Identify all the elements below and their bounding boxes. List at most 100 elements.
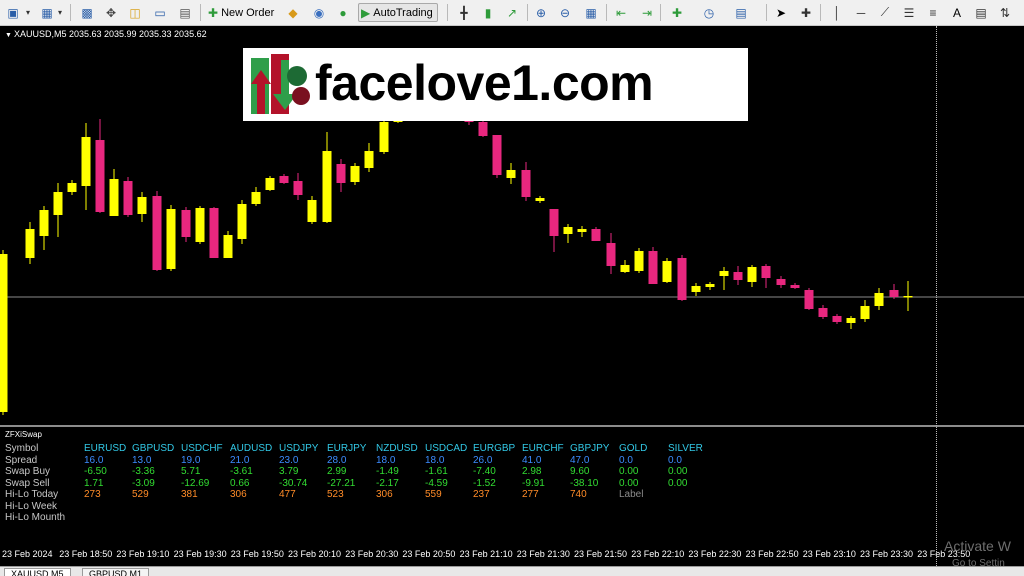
candle-body <box>903 296 913 298</box>
bar-chart-icon[interactable]: ╋ <box>455 3 473 22</box>
table-cell: SILVER <box>668 443 703 454</box>
time-tick-label: 23 Feb 20:10 <box>288 549 342 559</box>
table-cell: -6.50 <box>84 466 107 477</box>
price-chart[interactable]: ▼ XAUUSD,M5 2035.63 2035.99 2035.33 2035.… <box>0 26 1024 425</box>
indicator-subwindow[interactable]: ZFXiSwap Symbol Spread Swap Buy Swap Sell Hi… <box>0 425 1024 546</box>
table-cell: 2.98 <box>522 466 542 477</box>
zoom-window-icon[interactable]: ▩ <box>78 3 96 22</box>
crosshair-move-icon[interactable]: ✥ <box>102 3 120 22</box>
tab-gbpusd[interactable]: GBPUSD,M1 <box>82 568 150 576</box>
candlestick <box>776 276 786 288</box>
chevron-down-icon[interactable]: ▾ <box>22 3 34 22</box>
periods-icon[interactable]: ◷ <box>700 3 718 22</box>
time-tick-label: 23 Feb 21:30 <box>516 549 570 559</box>
tab-xauusd[interactable]: XAUUSD,M5 <box>4 568 71 576</box>
line-chart-icon[interactable]: ↗ <box>503 3 521 22</box>
zoom-out-icon[interactable]: ⊖ <box>556 3 574 22</box>
gold-bars-icon[interactable]: ◆ <box>284 3 302 22</box>
indicators-icon[interactable]: ✚ <box>668 3 686 22</box>
market-watch-icon[interactable]: ◉ <box>310 3 328 22</box>
candle-body <box>733 272 743 280</box>
table-cell: -3.36 <box>132 466 155 477</box>
autotrading-label: AutoTrading <box>373 6 433 19</box>
templates-icon[interactable]: ▤ <box>732 3 750 22</box>
arrows-icon[interactable]: ⇅ <box>996 3 1014 22</box>
table-cell: Label <box>619 489 644 500</box>
table-cell: 529 <box>132 489 149 500</box>
candlestick <box>181 207 191 242</box>
candle-body <box>223 235 233 258</box>
label-icon[interactable]: ▤ <box>972 3 990 22</box>
candle-body <box>577 229 587 232</box>
fibonacci-icon[interactable]: ≡ <box>924 3 942 22</box>
autoscroll-icon[interactable]: ⇥ <box>638 3 656 22</box>
candle-body <box>209 208 219 258</box>
candle-body <box>761 266 771 278</box>
channel-icon[interactable]: ☰ <box>900 3 918 22</box>
navigator-icon[interactable]: ▭ <box>151 3 169 22</box>
vertical-line-icon[interactable]: │ <box>828 3 846 22</box>
table-cell: EURGBP <box>473 443 516 454</box>
candle-body <box>677 258 687 300</box>
table-cell: 0.0 <box>619 454 633 466</box>
candlestick-icon[interactable]: ▮ <box>479 3 497 22</box>
tile-windows-icon[interactable]: ▦ <box>582 3 600 22</box>
table-cell: 16.0 <box>84 454 104 466</box>
candlestick <box>563 224 573 243</box>
table-cell: 41.0 <box>522 454 542 466</box>
candlestick <box>81 123 91 210</box>
row-label: Hi-Lo Week <box>5 500 58 512</box>
table-cell: 18.0 <box>425 454 445 466</box>
candlestick <box>506 163 516 184</box>
time-axis: 23 Feb 2024 23 Feb 18:50 23 Feb 19:10 23 Fe… <box>0 546 1024 566</box>
table-cell: 18.0 <box>376 454 396 466</box>
candle-body <box>889 290 899 297</box>
table-cell: 273 <box>84 489 101 500</box>
candle-body <box>591 229 601 241</box>
candlestick <box>195 206 205 244</box>
candlestick <box>53 183 63 237</box>
candlestick <box>265 176 275 191</box>
candle-body <box>265 178 275 190</box>
website-banner: facelove1.com <box>243 48 748 121</box>
zoom-in-icon[interactable]: ⊕ <box>532 3 550 22</box>
table-cell: -1.49 <box>376 466 399 477</box>
autotrading-button[interactable]: ▶ AutoTrading <box>358 3 438 22</box>
candle-body <box>874 293 884 306</box>
candle-body <box>293 181 303 195</box>
candlestick <box>535 196 545 203</box>
time-tick-label: 23 Feb 23:10 <box>802 549 856 559</box>
new-chart-icon[interactable]: ▣ <box>4 3 22 22</box>
globe-icon[interactable]: ● <box>334 3 352 22</box>
candle-body <box>535 198 545 201</box>
candlestick <box>591 227 601 241</box>
toolbar: ▣ ▾ ▦ ▾ ▩ ✥ ◫ ▭ ▤ ✚ New Order ◆ ◉ ● ▶ Auto… <box>0 0 1024 26</box>
period-separator-line <box>936 26 937 566</box>
candlestick <box>832 314 842 324</box>
candle-body <box>478 122 488 136</box>
time-tick-label: 23 Feb 20:50 <box>402 549 456 559</box>
cursor-icon[interactable]: ➤ <box>772 3 790 22</box>
open-folder-icon[interactable]: ◫ <box>126 3 144 22</box>
candle-body <box>251 192 261 204</box>
candle-body <box>123 181 133 215</box>
candlestick <box>293 173 303 200</box>
candle-body <box>137 197 147 214</box>
horizontal-line-icon[interactable]: ─ <box>852 3 870 22</box>
row-label: Hi-Lo Mounth <box>5 512 66 523</box>
chart-shift-icon[interactable]: ⇤ <box>612 3 630 22</box>
crosshair-icon[interactable]: ✚ <box>797 3 815 22</box>
candle-body <box>53 192 63 215</box>
new-order-button[interactable]: ✚ New Order <box>205 3 279 22</box>
trendline-icon[interactable]: ⟋ <box>876 3 894 22</box>
text-icon[interactable]: A <box>948 3 966 22</box>
data-window-icon[interactable]: ▤ <box>176 3 194 22</box>
candlestick <box>109 169 119 216</box>
table-cell: 28.0 <box>327 454 347 466</box>
table-cell: -12.69 <box>181 477 210 489</box>
symbol-info: ▼ XAUUSD,M5 2035.63 2035.99 2035.33 2035.… <box>5 29 207 39</box>
table-cell: 0.00 <box>619 477 639 489</box>
new-order-icon: ✚ <box>208 5 219 20</box>
chevron-down-icon[interactable]: ▾ <box>54 3 66 22</box>
row-label: Symbol <box>5 443 39 454</box>
